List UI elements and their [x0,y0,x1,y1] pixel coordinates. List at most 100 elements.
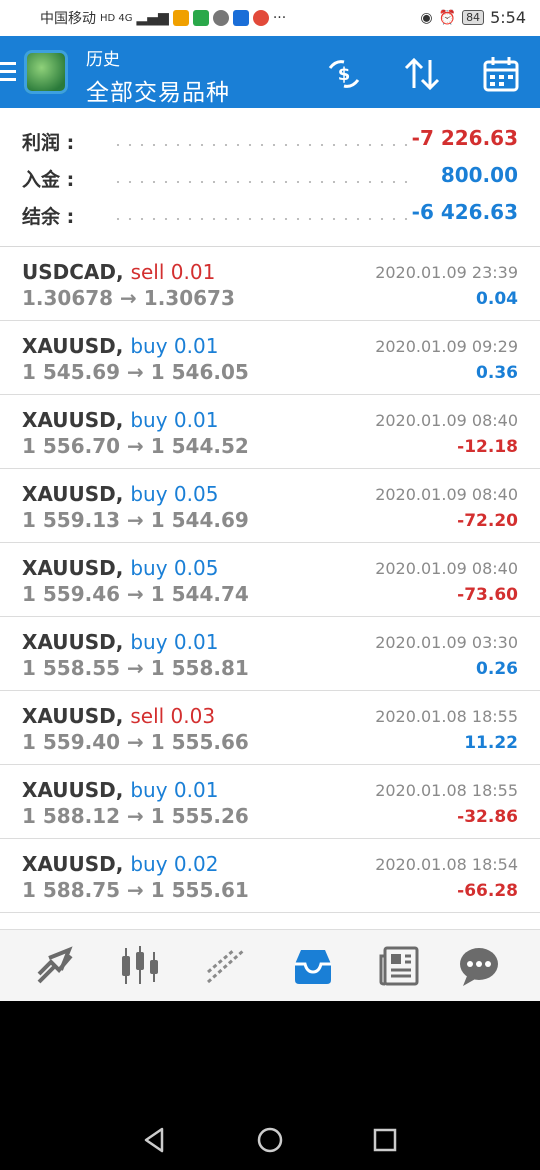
trade-profit: -66.28 [457,881,518,901]
sort-icon[interactable] [402,54,442,94]
home-icon[interactable] [255,1125,285,1155]
currency-exchange-icon[interactable]: $ [324,54,364,94]
trade-title: XAUUSD, buy 0.01 [22,630,218,654]
trade-prices: 1 559.46 → 1 544.74 [22,582,249,606]
trade-symbol: XAUUSD, [22,778,124,802]
trade-side: sell 0.03 [130,704,216,728]
trade-time: 2020.01.08 18:54 [375,855,518,874]
battery-indicator: 84 [462,10,485,25]
clock: 5:54 [490,8,526,27]
back-icon[interactable] [140,1125,170,1155]
trade-title: XAUUSD, buy 0.02 [22,852,218,876]
trade-time: 2020.01.08 18:55 [375,781,518,800]
cloud-icon [212,10,229,26]
balance-row: 结余 : -6 426.63 [0,196,540,232]
trade-side: buy 0.05 [130,482,219,506]
quotes-icon[interactable] [33,944,77,988]
trade-row[interactable]: XAUUSD, sell 0.03 1 559.40 → 1 555.66 2020… [0,691,540,765]
recents-icon[interactable] [370,1125,400,1155]
trade-symbol: XAUUSD, [22,852,124,876]
trade-symbol: XAUUSD, [22,408,124,432]
dotted-leader [112,144,412,146]
page-title: 历史 [86,50,120,70]
trade-symbol: XAUUSD, [22,334,124,358]
trade-icon[interactable] [204,944,248,988]
dotted-leader [112,218,412,220]
trade-title: XAUUSD, buy 0.05 [22,556,218,580]
trade-side: sell 0.01 [130,260,216,284]
trade-time: 2020.01.09 09:29 [375,337,518,356]
trade-side: buy 0.01 [130,630,219,654]
trade-symbol: XAUUSD, [22,556,124,580]
trade-side: buy 0.01 [130,778,219,802]
signal-icon: ▂▄▆ [136,10,169,26]
trade-time: 2020.01.09 03:30 [375,633,518,652]
trade-time: 2020.01.09 23:39 [375,263,518,282]
trade-title: XAUUSD, buy 0.05 [22,482,218,506]
history-icon[interactable] [291,944,335,988]
trade-row[interactable]: XAUUSD, buy 0.01 1 588.12 → 1 555.26 2020.… [0,765,540,839]
chat-icon[interactable] [457,944,501,988]
trade-prices: 1 559.13 → 1 544.69 [22,508,249,532]
app-notification-icon [232,10,249,26]
trade-prices: 1 588.75 → 1 555.61 [22,878,249,902]
balance-label: 结余 : [22,206,75,228]
trade-row[interactable]: USDCAD, sell 0.01 1.30678 → 1.30673 2020.0… [0,247,540,321]
trade-row[interactable]: XAUUSD, buy 0.05 1 559.13 → 1 544.69 2020.… [0,469,540,543]
carrier-label: 中国移动 [40,11,96,27]
trade-profit: 0.04 [476,289,518,309]
trade-title: XAUUSD, buy 0.01 [22,334,218,358]
app-notification-icon [252,10,269,26]
trade-side: buy 0.02 [130,852,219,876]
trade-row[interactable]: XAUUSD, buy 0.01 1 558.55 → 1 558.81 2020.… [0,617,540,691]
trade-prices: 1 558.55 → 1 558.81 [22,656,249,680]
trade-title: XAUUSD, buy 0.01 [22,408,218,432]
trade-profit: -72.20 [457,511,518,531]
app-notification-icon [192,10,209,26]
trade-symbol: USDCAD, [22,260,124,284]
eye-icon: ◉ [420,9,433,26]
trade-time: 2020.01.09 08:40 [375,485,518,504]
trade-prices: 1.30678 → 1.30673 [22,286,235,310]
trade-row[interactable]: XAUUSD, buy 0.05 1 559.46 → 1 544.74 2020.… [0,543,540,617]
status-right: ◉ ⏰ 84 5:54 [420,8,526,27]
trade-row[interactable]: XAUUSD, buy 0.02 1 588.75 → 1 555.61 2020.… [0,839,540,913]
trade-profit: 0.26 [476,659,518,679]
trade-symbol: XAUUSD, [22,704,124,728]
alarm-icon: ⏰ [438,9,457,26]
bottom-nav [0,929,540,1002]
trade-profit: 11.22 [464,733,518,753]
trade-profit: -32.86 [457,807,518,827]
profit-label: 利润 : [22,132,75,154]
trade-prices: 1 556.70 → 1 544.52 [22,434,249,458]
trade-time: 2020.01.09 08:40 [375,559,518,578]
symbol-filter[interactable]: 全部交易品种 [86,73,230,107]
menu-icon[interactable] [0,62,16,82]
svg-text:$: $ [338,64,351,85]
trade-list[interactable]: USDCAD, sell 0.01 1.30678 → 1.30673 2020.0… [0,247,540,929]
more-notifications: ··· [272,10,287,26]
balance-value: -6 426.63 [411,200,518,224]
dotted-leader [112,181,412,183]
network-label: HD 4G [100,12,133,24]
profit-value: -7 226.63 [411,126,518,150]
trade-time: 2020.01.09 08:40 [375,411,518,430]
app-notification-icon [172,10,189,26]
trade-row[interactable]: XAUUSD, buy 0.01 1 545.69 → 1 546.05 2020.… [0,321,540,395]
trade-profit: -12.18 [457,437,518,457]
trade-side: buy 0.01 [130,408,219,432]
trade-symbol: XAUUSD, [22,630,124,654]
trade-prices: 1 588.12 → 1 555.26 [22,804,249,828]
summary-panel: 利润 : -7 226.63 入金 : 800.00 结余 : -6 426.6… [0,108,540,247]
system-nav-bar [0,1001,540,1170]
news-icon[interactable] [377,944,421,988]
trade-row[interactable]: XAUUSD, sell 0.032020.01.08 18:54 [0,913,540,929]
status-left: 中国移动 HD 4G ▂▄▆ ··· [40,8,286,28]
deposit-value: 800.00 [440,163,518,187]
trade-title: XAUUSD, buy 0.01 [22,778,218,802]
calendar-icon[interactable] [481,54,521,94]
chart-icon[interactable] [118,944,162,988]
trade-prices: 1 545.69 → 1 546.05 [22,360,249,384]
status-bar: 中国移动 HD 4G ▂▄▆ ··· ◉ ⏰ 84 5:54 [0,0,540,36]
trade-row[interactable]: XAUUSD, buy 0.01 1 556.70 → 1 544.52 2020.… [0,395,540,469]
